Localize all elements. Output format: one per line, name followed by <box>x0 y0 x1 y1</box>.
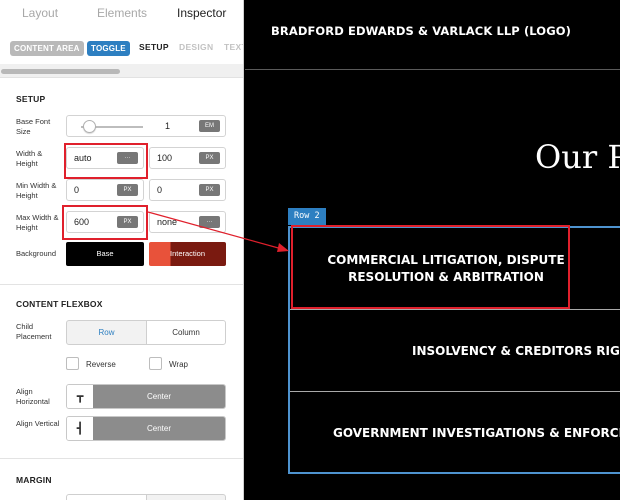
site-logo-text[interactable]: BRADFORD EDWARDS & VARLACK LLP (LOGO) <box>271 24 571 38</box>
selected-item-highlight-box <box>291 225 570 309</box>
background-label: Background <box>16 249 57 258</box>
practice-item-insolvency[interactable]: INSOLVENCY & CREDITORS RIGH <box>412 343 620 360</box>
margin-control-left[interactable] <box>66 494 147 500</box>
min-height-unit-button[interactable]: PX <box>199 184 220 196</box>
align-horizontal-label: Align Horizontal <box>16 387 50 406</box>
min-width-input[interactable]: 0 PX <box>66 179 144 201</box>
panel-top-tabs: Layout Elements Inspector <box>0 0 243 28</box>
max-height-unit-button[interactable]: ··· <box>199 216 220 228</box>
page-heading: Our P <box>535 138 620 176</box>
height-input[interactable]: 100 PX <box>149 147 226 169</box>
align-vertical-value[interactable]: Center <box>93 417 225 440</box>
min-height-value: 0 <box>157 185 163 195</box>
max-height-value: none <box>157 217 178 227</box>
min-width-unit-button[interactable]: PX <box>117 184 138 196</box>
max-width-highlight-box <box>62 205 148 240</box>
tab-elements[interactable]: Elements <box>97 6 147 20</box>
tab-design[interactable]: DESIGN <box>179 42 213 52</box>
base-font-size-input[interactable]: 1 <box>165 121 170 131</box>
max-height-input[interactable]: none ··· <box>149 211 226 233</box>
margin-section-title: MARGIN <box>16 475 52 485</box>
child-placement-column-button[interactable]: Column <box>146 320 226 345</box>
font-size-unit-button[interactable]: EM <box>199 120 220 132</box>
section-divider <box>0 458 243 459</box>
width-height-label: Width & Height <box>16 149 43 168</box>
content-area-breadcrumb[interactable]: CONTENT AREA <box>10 41 84 56</box>
horizontal-scrollbar[interactable] <box>0 64 243 78</box>
max-width-height-label: Max Width & Height <box>16 213 59 232</box>
align-horizontal-icon: ┳ <box>67 385 93 408</box>
inspector-sub-tabs: CONTENT AREA TOGGLE SETUP DESIGN TEXT <box>0 38 243 60</box>
wrap-checkbox[interactable] <box>149 357 162 370</box>
practice-item-government-investigations[interactable]: GOVERNMENT INVESTIGATIONS & ENFORCEN <box>333 425 620 442</box>
base-font-size-control: 1 EM <box>66 115 226 137</box>
base-font-size-label: Base Font Size <box>16 117 51 136</box>
tab-text[interactable]: TEXT <box>224 42 243 52</box>
margin-control-right[interactable] <box>146 494 226 500</box>
inspector-panel: Layout Elements Inspector CONTENT AREA T… <box>0 0 244 500</box>
align-horizontal-control[interactable]: ┳ Center <box>66 384 226 409</box>
child-placement-label: Child Placement <box>16 322 52 341</box>
header-divider <box>245 69 620 70</box>
align-horizontal-value[interactable]: Center <box>93 385 225 408</box>
align-vertical-label: Align Vertical <box>16 419 60 428</box>
background-interaction-button[interactable]: Interaction <box>149 242 226 266</box>
flexbox-section-title: CONTENT FLEXBOX <box>16 299 103 309</box>
page-canvas: BRADFORD EDWARDS & VARLACK LLP (LOGO) Ou… <box>245 0 620 500</box>
min-width-value: 0 <box>74 185 80 195</box>
align-vertical-control[interactable]: ┫ Center <box>66 416 226 441</box>
row-divider <box>290 391 620 392</box>
row-divider <box>290 309 620 310</box>
min-width-height-label: Min Width & Height <box>16 181 57 200</box>
setup-section-title: SETUP <box>16 94 46 104</box>
toggle-breadcrumb[interactable]: TOGGLE <box>87 41 130 56</box>
width-highlight-box <box>64 143 148 179</box>
font-size-slider-handle[interactable] <box>83 120 97 133</box>
height-value: 100 <box>157 153 173 163</box>
row-label-badge[interactable]: Row 2 <box>288 208 326 225</box>
child-placement-row-button[interactable]: Row <box>66 320 147 345</box>
reverse-checkbox[interactable] <box>66 357 79 370</box>
scrollbar-thumb[interactable] <box>1 69 120 74</box>
wrap-label: Wrap <box>169 360 188 369</box>
background-base-button[interactable]: Base <box>66 242 144 266</box>
tab-inspector[interactable]: Inspector <box>177 6 226 20</box>
tab-setup[interactable]: SETUP <box>139 42 169 52</box>
section-divider <box>0 284 243 285</box>
tab-layout[interactable]: Layout <box>22 6 58 20</box>
reverse-label: Reverse <box>86 360 116 369</box>
align-vertical-icon: ┫ <box>67 417 93 440</box>
height-unit-button[interactable]: PX <box>199 152 220 164</box>
min-height-input[interactable]: 0 PX <box>149 179 226 201</box>
